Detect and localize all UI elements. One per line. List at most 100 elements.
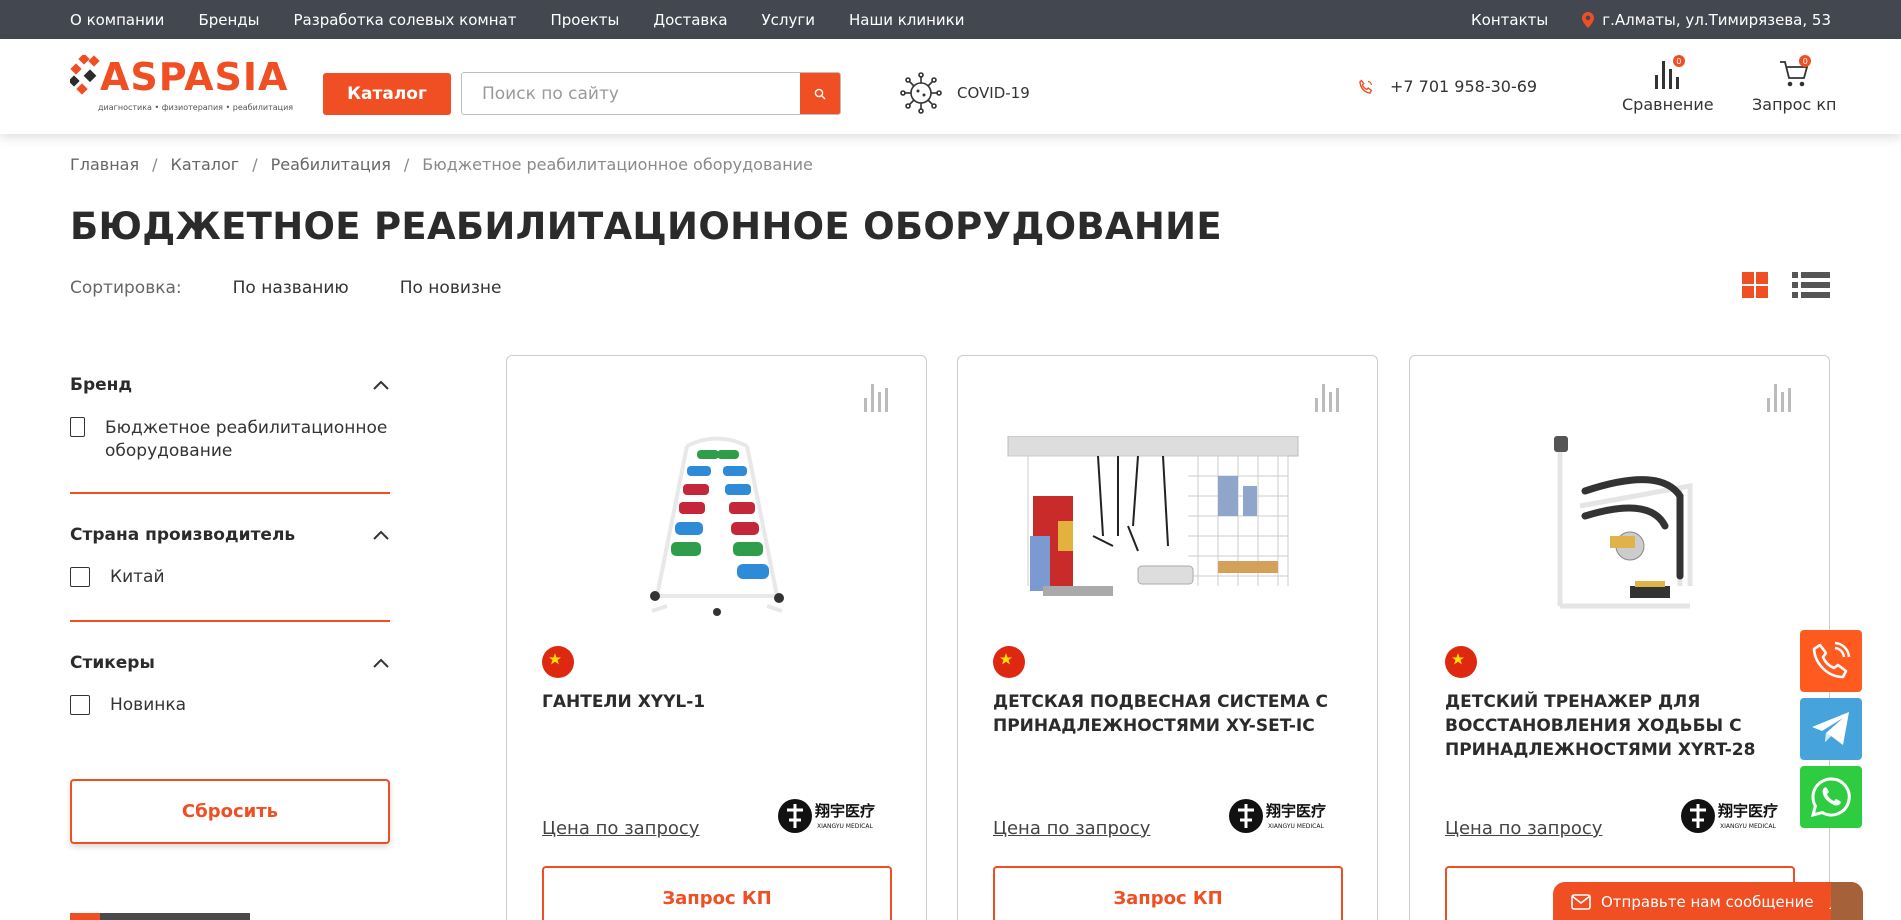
phone-link[interactable]: +7 701 958-30-69: [1358, 77, 1537, 96]
filter-option-sticker[interactable]: Новинка: [70, 695, 186, 715]
product-image[interactable]: [988, 436, 1348, 616]
nav-contacts[interactable]: Контакты: [1471, 11, 1548, 29]
product-name[interactable]: ДЕТСКИЙ ТРЕНАЖЕР ДЛЯ ВОССТАНОВЛЕНИЯ ХОДЬ…: [1445, 690, 1805, 762]
compare-icon[interactable]: [862, 380, 892, 412]
request-quote-button[interactable]: Запрос КП: [542, 866, 892, 920]
product-name[interactable]: ДЕТСКАЯ ПОДВЕСНАЯ СИСТЕМА С ПРИНАДЛЕЖНОС…: [993, 690, 1353, 738]
chat-message-label: Отправьте нам сообщение: [1601, 893, 1814, 911]
covid-label: COVID-19: [957, 84, 1030, 102]
product-name[interactable]: ГАНТЕЛИ XYYL-1: [542, 690, 902, 714]
chat-widget[interactable]: Отправьте нам сообщение jivo: [1553, 882, 1863, 920]
address[interactable]: г.Алматы, ул.Тимирязева, 53: [1602, 11, 1831, 29]
brand-en: XIANGYU MEDICAL: [1268, 823, 1324, 830]
nav-projects[interactable]: Проекты: [550, 11, 619, 29]
search-input[interactable]: [462, 73, 802, 114]
filter-title-country[interactable]: Страна производитель: [70, 525, 390, 545]
chevron-up-icon[interactable]: [372, 379, 390, 391]
top-bar: О компании Бренды Разработка солевых ком…: [0, 0, 1901, 39]
filter-title-stickers[interactable]: Стикеры: [70, 653, 390, 673]
filter-option-label: Новинка: [110, 695, 187, 715]
header: ASPASIA диагностика • физиотерапия • реа…: [0, 39, 1901, 134]
product-price[interactable]: Цена по запросу: [542, 818, 699, 839]
compare-icon[interactable]: [1313, 380, 1343, 412]
product-image[interactable]: [537, 436, 897, 616]
nav-salt-rooms[interactable]: Разработка солевых комнат: [294, 11, 517, 29]
logo[interactable]: ASPASIA диагностика • физиотерапия • реа…: [70, 55, 293, 117]
phone-call-icon: [1812, 641, 1851, 679]
filter-option-country[interactable]: Китай: [70, 567, 165, 587]
phone-number: +7 701 958-30-69: [1390, 77, 1538, 96]
logo-tagline: диагностика • физиотерапия • реабилитаци…: [98, 103, 294, 112]
product-card[interactable]: ДЕТСКИЙ ТРЕНАЖЕР ДЛЯ ВОССТАНОВЛЕНИЯ ХОДЬ…: [1409, 355, 1830, 920]
product-image[interactable]: [1440, 436, 1800, 616]
compare-label: Сравнение: [1622, 95, 1714, 114]
request-link[interactable]: 0 Запрос кп: [1752, 51, 1836, 114]
brand-cn: 翔宇医疗: [1717, 802, 1778, 820]
mail-icon: [1571, 894, 1591, 910]
breadcrumb-home[interactable]: Главная: [70, 155, 139, 174]
compare-link[interactable]: 0 Сравнение: [1622, 51, 1714, 114]
brand-logo-icon: 翔宇医疗 XIANGYU MEDICAL: [778, 799, 875, 833]
china-flag-icon: [549, 653, 561, 665]
product-price[interactable]: Цена по запросу: [993, 818, 1150, 839]
compare-icon[interactable]: [1765, 380, 1795, 412]
telegram-icon: [1812, 712, 1849, 745]
brand-en: XIANGYU MEDICAL: [817, 823, 873, 830]
nav-brands[interactable]: Бренды: [198, 11, 259, 29]
nav-about[interactable]: О компании: [70, 11, 164, 29]
sort-bar: Сортировка: По названию По новизне: [70, 278, 553, 298]
chevron-up-icon[interactable]: [372, 529, 390, 541]
product-card[interactable]: ДЕТСКАЯ ПОДВЕСНАЯ СИСТЕМА С ПРИНАДЛЕЖНОС…: [957, 355, 1378, 920]
request-quote-button[interactable]: Запрос КП: [993, 866, 1343, 920]
grid-view-icon[interactable]: [1742, 272, 1768, 298]
list-view-icon[interactable]: [1792, 272, 1830, 298]
logo-text: ASPASIA: [100, 55, 289, 99]
nav-delivery[interactable]: Доставка: [653, 11, 727, 29]
telegram-button[interactable]: [1800, 698, 1862, 760]
sort-by-name[interactable]: По названию: [233, 278, 349, 298]
filter-divider: [70, 492, 390, 494]
nav-clinics[interactable]: Наши клиники: [849, 11, 964, 29]
product-card[interactable]: ГАНТЕЛИ XYYL-1 Цена по запросу 翔宇医疗 XIAN…: [506, 355, 927, 920]
product-price[interactable]: Цена по запросу: [1445, 818, 1602, 839]
country-flag-china: [1445, 646, 1477, 678]
location-pin-icon: [1582, 11, 1595, 28]
nav-services[interactable]: Услуги: [762, 11, 815, 29]
country-flag-china: [542, 646, 574, 678]
filter-title-brand[interactable]: Бренд: [70, 375, 390, 395]
search-box: [461, 72, 841, 115]
breadcrumb-rehab[interactable]: Реабилитация: [271, 155, 391, 174]
breadcrumb: Главная / Каталог / Реабилитация / Бюдже…: [70, 155, 813, 174]
filter-option-brand[interactable]: Бюджетное реабилитационное оборудование: [70, 417, 395, 463]
catalog-button[interactable]: Каталог: [323, 73, 451, 115]
search-button[interactable]: [800, 73, 840, 114]
breadcrumb-current: Бюджетное реабилитационное оборудование: [422, 155, 813, 174]
checkbox[interactable]: [70, 417, 85, 437]
breadcrumb-catalog[interactable]: Каталог: [171, 155, 240, 174]
reset-filters-button[interactable]: Сбросить: [70, 779, 390, 844]
filter-option-label: Китай: [110, 567, 165, 587]
logo-mark-icon: [70, 55, 100, 95]
top-nav: О компании Бренды Разработка солевых ком…: [70, 0, 998, 39]
brand-cn: 翔宇医疗: [1265, 802, 1326, 820]
brand-logo-icon: 翔宇医疗 XIANGYU MEDICAL: [1681, 799, 1778, 833]
brand-en: XIANGYU MEDICAL: [1720, 823, 1776, 830]
request-label: Запрос кп: [1752, 95, 1837, 114]
checkbox[interactable]: [70, 567, 90, 587]
sort-by-newest[interactable]: По новизне: [400, 278, 502, 298]
brand-cn: 翔宇医疗: [814, 802, 875, 820]
chat-corner: [1831, 882, 1863, 920]
filter-stickers: Стикеры Новинка: [70, 653, 390, 715]
checkbox[interactable]: [70, 695, 90, 715]
page-title: БЮДЖЕТНОЕ РЕАБИЛИТАЦИОННОЕ ОБОРУДОВАНИЕ: [70, 205, 1222, 248]
sort-label: Сортировка:: [70, 278, 182, 298]
sidebar-banner[interactable]: [70, 913, 250, 920]
call-button[interactable]: [1800, 630, 1862, 692]
search-icon: [814, 88, 826, 99]
whatsapp-button[interactable]: [1800, 766, 1862, 828]
covid-link[interactable]: COVID-19: [900, 72, 1030, 114]
filter-country: Страна производитель Китай: [70, 525, 390, 622]
filter-option-label: Бюджетное реабилитационное оборудование: [105, 418, 388, 461]
chevron-up-icon[interactable]: [372, 657, 390, 669]
brand-logo-icon: 翔宇医疗 XIANGYU MEDICAL: [1229, 799, 1326, 833]
